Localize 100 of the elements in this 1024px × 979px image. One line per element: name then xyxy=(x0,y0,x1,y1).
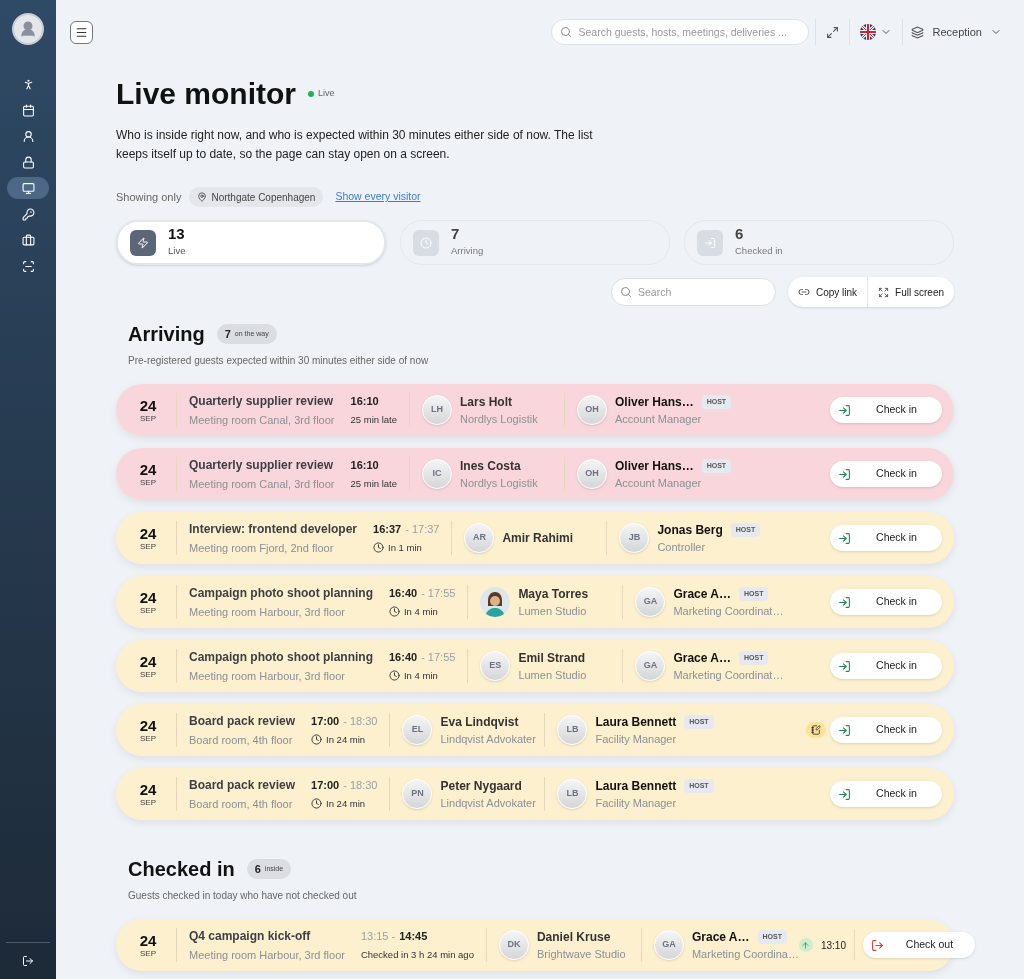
copy-link-button[interactable]: Copy link xyxy=(787,277,868,307)
guest-name: Peter Nygaard xyxy=(440,777,523,795)
meeting-title: Campaign photo shoot planning xyxy=(189,584,373,602)
lock-icon xyxy=(21,155,35,169)
host-role: Account Manager xyxy=(615,475,703,491)
guest-company: Nordlys Logistik xyxy=(460,411,538,427)
host-role: Facility Manager xyxy=(595,731,678,747)
check-in-button[interactable]: Check in xyxy=(830,589,942,615)
guest-company: Nordlys Logistik xyxy=(460,475,538,491)
briefcase-icon xyxy=(21,233,35,247)
start-time: 16:10 xyxy=(350,394,379,410)
map-pin-icon xyxy=(197,192,208,202)
end-time: - 17:55 xyxy=(421,586,456,602)
login-icon xyxy=(838,595,851,609)
date-month: SEP xyxy=(140,478,156,487)
stat-card[interactable]: 7 Arriving xyxy=(400,220,670,265)
host-role: Account Manager xyxy=(615,411,703,427)
start-time: 16:10 xyxy=(350,458,379,474)
full-screen-button[interactable]: Full screen xyxy=(867,277,954,307)
initials-avatar: EL xyxy=(402,715,433,745)
expand-icon xyxy=(826,25,840,39)
check-in-button[interactable]: Check in xyxy=(830,397,942,423)
guest-name: Ines Costa xyxy=(460,457,522,475)
expand-button[interactable] xyxy=(826,25,840,39)
guest-company: Lumen Studio xyxy=(518,667,587,683)
meeting-room: Meeting room Canal, 3rd floor xyxy=(189,412,335,428)
host-role: Controller xyxy=(657,539,707,555)
meeting-room: Meeting room Harbour, 3rd floor xyxy=(189,947,345,963)
check-in-button[interactable]: Check in xyxy=(830,653,942,679)
initials-avatar: LH xyxy=(422,395,452,425)
sidebar-item[interactable] xyxy=(7,177,49,199)
stat-label: Checked in xyxy=(735,244,783,259)
check-in-button[interactable]: Check in xyxy=(830,461,942,487)
initials-avatar: GA xyxy=(653,930,684,960)
menu-button[interactable] xyxy=(70,20,93,44)
section-title: Arriving xyxy=(128,322,205,347)
host-name: Grace A… xyxy=(691,928,750,946)
login-icon xyxy=(838,723,851,737)
meeting-title: Board pack review xyxy=(189,712,296,730)
check-in-button[interactable]: Check in xyxy=(830,525,942,551)
stat-value: 13 xyxy=(168,226,186,242)
end-time: 14:45 xyxy=(399,929,428,945)
host-name: Laura Bennett xyxy=(595,777,677,795)
date-month: SEP xyxy=(140,414,156,423)
section-subtitle: Guests checked in today who have not checked out xyxy=(127,889,358,903)
host-role: Marketing Coordina… xyxy=(691,946,799,962)
link-icon xyxy=(797,286,810,298)
count-value: 6 xyxy=(254,861,261,877)
initials-avatar: PN xyxy=(402,779,433,809)
language-selector[interactable] xyxy=(860,24,893,40)
timing-text: In 24 min xyxy=(326,732,366,747)
stat-value: 7 xyxy=(451,226,461,242)
check-in-button[interactable]: Check in xyxy=(830,717,942,743)
location-chip: Northgate Copenhagen xyxy=(189,187,324,207)
search-icon xyxy=(560,26,573,38)
arrival-time: 13:10 xyxy=(820,938,846,953)
login-icon xyxy=(704,236,716,249)
stat-label: Live xyxy=(168,244,186,259)
timing-text: In 4 min xyxy=(404,668,438,683)
initials-avatar: LB xyxy=(557,715,588,745)
guest-company: Brightwave Studio xyxy=(536,946,626,962)
global-search-field[interactable]: Search guests, hosts, meetings, deliveries ... xyxy=(551,19,810,45)
section-subtitle: Pre-registered guests expected within 30 minutes either side of now xyxy=(127,354,430,368)
clock-icon xyxy=(311,798,323,810)
guest-name: Eva Lindqvist xyxy=(440,713,520,731)
check-out-button[interactable]: Check out xyxy=(863,932,975,958)
profile-avatar[interactable] xyxy=(12,13,44,45)
initials-avatar: DK xyxy=(498,930,529,960)
meeting-room: Meeting room Fjord, 2nd floor xyxy=(189,540,335,556)
logout-icon xyxy=(22,955,34,967)
monitor-icon xyxy=(21,181,35,195)
host-name: Oliver Hans… xyxy=(615,393,694,411)
calendar-icon xyxy=(21,103,35,117)
login-icon xyxy=(838,403,851,417)
check-in-button[interactable]: Check in xyxy=(830,781,942,807)
workspace-selector[interactable]: Reception xyxy=(911,23,1002,41)
stat-card[interactable]: 13 Live xyxy=(116,220,386,265)
host-name: Laura Bennett xyxy=(595,713,677,731)
login-icon xyxy=(838,531,851,545)
login-icon xyxy=(838,467,851,481)
host-role: Facility Manager xyxy=(595,795,678,811)
stat-card[interactable]: 6 Checked in xyxy=(684,220,954,265)
date-month: SEP xyxy=(140,949,156,958)
meeting-title: Board pack review xyxy=(189,776,296,794)
host-role: Marketing Coordinat… xyxy=(673,603,784,619)
start-time: 17:00 xyxy=(311,714,340,730)
logout-button[interactable] xyxy=(22,955,34,967)
login-icon xyxy=(838,659,851,673)
host-name: Grace A… xyxy=(673,649,731,667)
initials-avatar: GA xyxy=(635,587,666,617)
timing-text: Checked in 3 h 24 min ago xyxy=(360,947,474,962)
search-field[interactable]: Search xyxy=(610,278,776,306)
host-role: Marketing Coordinat… xyxy=(673,667,784,683)
key-icon xyxy=(21,207,35,221)
show-every-visitor-link[interactable]: Show every visitor xyxy=(335,189,421,205)
meeting-title: Campaign photo shoot planning xyxy=(189,648,373,666)
date-day: 24 xyxy=(139,932,157,948)
initials-avatar: OH xyxy=(577,395,607,425)
clock-icon xyxy=(420,236,432,249)
clock-icon xyxy=(389,606,400,618)
